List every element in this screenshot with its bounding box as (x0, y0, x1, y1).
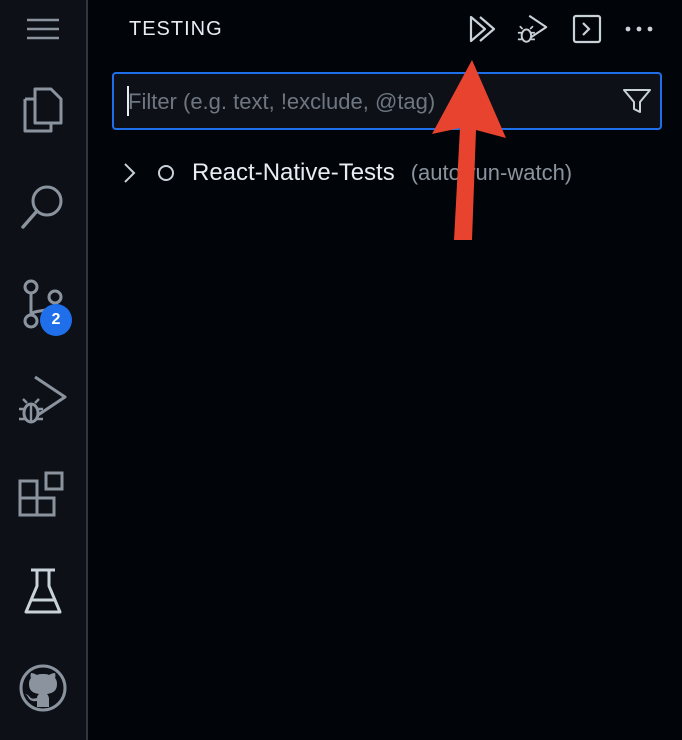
debug-all-tests-button[interactable] (516, 12, 550, 46)
activity-github[interactable] (0, 648, 86, 728)
annotation-arrow (432, 60, 506, 240)
filter-icon[interactable] (622, 86, 652, 116)
more-actions-icon (625, 26, 653, 32)
show-output-icon (572, 14, 602, 44)
view-title: TESTING (129, 18, 223, 40)
flask-icon (24, 568, 62, 614)
activity-bar: 2 (0, 0, 88, 740)
more-actions-button[interactable] (622, 12, 656, 46)
test-status-icon (158, 165, 174, 181)
activity-testing[interactable] (0, 552, 86, 632)
chevron-right-icon[interactable] (114, 158, 144, 188)
menu-button[interactable] (0, 0, 86, 58)
github-icon (19, 664, 67, 712)
activity-explorer[interactable] (0, 70, 86, 150)
run-debug-icon (19, 375, 67, 424)
source-control-badge: 2 (40, 304, 72, 336)
files-icon (23, 87, 63, 133)
run-all-tests-icon (469, 15, 496, 43)
tree-item-label: React-Native-Tests (192, 159, 395, 186)
run-all-tests-button[interactable] (466, 12, 500, 46)
activity-source-control[interactable] (0, 264, 86, 344)
activity-extensions[interactable] (0, 456, 86, 536)
text-cursor (127, 86, 129, 116)
extensions-icon (18, 471, 64, 517)
debug-all-tests-icon (517, 14, 548, 43)
activity-search[interactable] (0, 166, 86, 246)
filter-input[interactable] (126, 82, 610, 122)
filter-box (112, 72, 662, 130)
tree-item[interactable]: React-Native-Tests (auto-run-watch) (112, 150, 672, 196)
activity-run-debug[interactable] (0, 360, 86, 440)
show-output-button[interactable] (570, 12, 604, 46)
hamburger-icon (27, 18, 59, 40)
search-icon (21, 185, 63, 229)
